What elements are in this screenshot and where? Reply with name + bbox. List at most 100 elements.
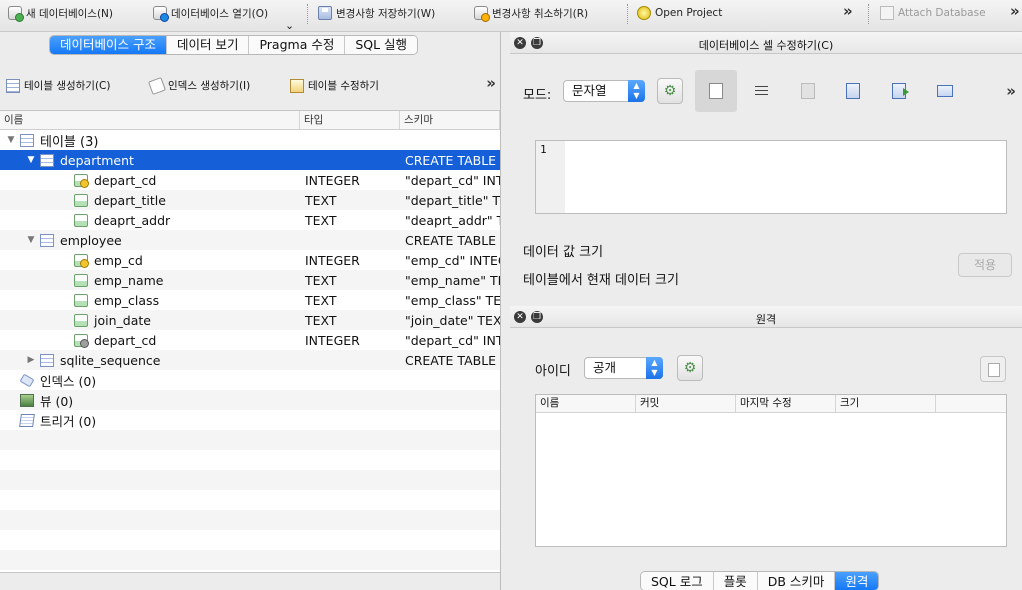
schema-tree: 이름 타입 스키마 ▼ 테이블 (3) ▼ department CREATE TABL… <box>0 110 500 582</box>
create-table-button[interactable]: 테이블 생성하기(C) <box>6 78 110 93</box>
key-field-icon <box>74 173 89 188</box>
column-header-size[interactable]: 크기 <box>836 395 936 412</box>
tree-row[interactable]: depart_title TEXT "depart_title" TEXT <box>0 190 500 210</box>
push-database-button[interactable] <box>980 356 1006 382</box>
tree-item-name: join_date <box>94 312 151 328</box>
revert-changes-button[interactable]: 변경사항 취소하기(R) <box>474 4 588 22</box>
tab-db-schema[interactable]: DB 스키마 <box>757 572 836 590</box>
identity-select[interactable]: 공개 ▲ ▼ <box>584 357 663 379</box>
tree-row[interactable]: 인덱스 (0) <box>0 370 500 390</box>
tree-header: 이름 타입 스키마 <box>0 111 500 130</box>
open-database-label: 데이터베이스 열기(O) <box>171 7 269 20</box>
tree-row[interactable]: emp_cd INTEGER "emp_cd" INTEGER <box>0 250 500 270</box>
tree-row[interactable]: ▶ sqlite_sequence CREATE TABLE <box>0 350 500 370</box>
tree-cell-schema: "deaprt_addr" TEXT <box>405 212 500 228</box>
tab-remote[interactable]: 원격 <box>835 572 879 590</box>
toolbar-overflow-button[interactable]: » <box>843 2 853 20</box>
open-project-button[interactable]: Open Project <box>637 4 722 22</box>
tree-body: ▼ 테이블 (3) ▼ department CREATE TABLE depart_cd… <box>0 130 500 582</box>
identity-settings-button[interactable]: ⚙ <box>677 355 703 381</box>
auto-format-button[interactable] <box>787 70 829 112</box>
column-header-commit[interactable]: 커밋 <box>636 395 736 412</box>
tab-edit-pragmas[interactable]: Pragma 수정 <box>249 36 346 54</box>
tab-database-structure[interactable]: 데이터베이스 구조 <box>50 36 167 54</box>
tree-empty-row <box>0 510 500 530</box>
tree-cell-schema: "emp_name" TEXT <box>405 272 500 288</box>
column-header-name[interactable]: 이름 <box>0 111 300 129</box>
tree-row[interactable]: ▼ employee CREATE TABLE <box>0 230 500 250</box>
tree-cell-type: TEXT <box>305 212 337 228</box>
import-button[interactable] <box>832 70 874 112</box>
disclosure-triangle-icon[interactable]: ▼ <box>6 135 16 145</box>
column-header-name[interactable]: 이름 <box>536 395 636 412</box>
tree-item-name: depart_cd <box>94 172 157 188</box>
set-null-button[interactable] <box>924 70 966 112</box>
disclosure-triangle-icon[interactable]: ▼ <box>26 155 36 165</box>
apply-button[interactable]: 적용 <box>958 253 1012 277</box>
tree-cell-name: depart_title <box>0 193 300 208</box>
attach-database-label: Attach Database <box>898 7 986 19</box>
cell-editor[interactable]: 1 <box>535 140 1007 214</box>
tree-row[interactable]: 뷰 (0) <box>0 390 500 410</box>
horizontal-scrollbar[interactable] <box>0 572 500 582</box>
open-database-button[interactable]: 데이터베이스 열기(O) <box>153 4 268 22</box>
double-chevron-icon: » <box>1010 2 1020 20</box>
tree-item-name: deaprt_addr <box>94 212 171 228</box>
tree-item-name: sqlite_sequence <box>60 352 161 368</box>
tree-row[interactable]: ▼ 테이블 (3) <box>0 130 500 150</box>
revert-changes-label: 변경사항 취소하기(R) <box>492 7 589 20</box>
tree-row[interactable]: depart_cd INTEGER "depart_cd" INTEGER <box>0 170 500 190</box>
tree-item-name: 인덱스 (0) <box>40 373 97 389</box>
tree-row[interactable]: join_date TEXT "join_date" TEXT <box>0 310 500 330</box>
double-chevron-icon[interactable]: » <box>486 74 496 92</box>
column-header-type[interactable]: 타입 <box>300 111 400 129</box>
modify-table-button[interactable]: 테이블 수정하기 <box>290 78 379 93</box>
tree-cell-schema: "depart_title" TEXT <box>405 192 500 208</box>
tree-cell-name: ▼ department <box>0 153 300 168</box>
tree-row[interactable]: 트리거 (0) <box>0 410 500 430</box>
table-icon <box>40 353 54 367</box>
attach-database-button[interactable]: Attach Database <box>880 4 986 22</box>
up-down-arrow-icon: ▲ ▼ <box>628 80 645 102</box>
tab-plot[interactable]: 플롯 <box>713 572 758 590</box>
tree-empty-row <box>0 530 500 550</box>
new-database-button[interactable]: 새 데이터베이스(N) <box>8 4 113 22</box>
export-button[interactable] <box>878 70 920 112</box>
project-icon <box>637 6 651 20</box>
tree-row[interactable]: depart_cd INTEGER "depart_cd" INTEGER <box>0 330 500 350</box>
tree-item-name: emp_class <box>94 292 160 308</box>
word-wrap-button[interactable] <box>740 70 782 112</box>
tab-browse-data[interactable]: 데이터 보기 <box>166 36 250 54</box>
tree-cell-schema: "emp_cd" INTEGER <box>405 252 500 268</box>
up-down-arrow-icon: ▲ ▼ <box>646 357 663 379</box>
tree-row[interactable]: emp_class TEXT "emp_class" TEXT <box>0 290 500 310</box>
tree-row[interactable]: deaprt_addr TEXT "deaprt_addr" TEXT <box>0 210 500 230</box>
tree-cell-name: emp_class <box>0 293 300 308</box>
save-icon <box>318 6 332 20</box>
write-changes-button[interactable]: 변경사항 저장하기(W) <box>318 4 435 22</box>
data-size-label: 데이터 값 크기 <box>523 245 604 260</box>
double-chevron-icon[interactable]: » <box>1006 82 1016 100</box>
tab-execute-sql[interactable]: SQL 실행 <box>345 36 418 54</box>
text-mode-button[interactable] <box>695 70 737 112</box>
gear-icon: ⚙ <box>683 360 697 376</box>
toolbar-overflow-button-2[interactable]: » <box>1010 2 1020 20</box>
column-header-schema[interactable]: 스키마 <box>400 111 500 129</box>
tree-row[interactable]: emp_name TEXT "emp_name" TEXT <box>0 270 500 290</box>
remote-dock-title: ✕ ❐ 원격 <box>510 306 1022 328</box>
disclosure-triangle-icon[interactable]: ▶ <box>26 355 36 365</box>
main-toolbar: 새 데이터베이스(N) 데이터베이스 열기(O) ⌄ 변경사항 저장하기(W) … <box>0 0 1022 32</box>
column-header-last-modified[interactable]: 마지막 수정 <box>736 395 836 412</box>
mode-select[interactable]: 문자열 ▲ ▼ <box>563 80 645 102</box>
trigger-icon <box>19 413 35 427</box>
field-icon <box>74 273 88 287</box>
auto-switch-mode-button[interactable]: ⚙ <box>657 78 683 104</box>
disclosure-triangle-icon[interactable]: ▼ <box>26 235 36 245</box>
edit-cell-title: 데이터베이스 셀 수정하기(C) <box>698 39 834 52</box>
tree-empty-row <box>0 550 500 570</box>
create-index-button[interactable]: 인덱스 생성하기(I) <box>148 76 250 95</box>
tab-sql-log[interactable]: SQL 로그 <box>641 572 714 590</box>
tree-row[interactable]: ▼ department CREATE TABLE <box>0 150 500 170</box>
remote-file-list[interactable]: 이름 커밋 마지막 수정 크기 <box>535 394 1007 547</box>
tree-cell-type: TEXT <box>305 272 337 288</box>
